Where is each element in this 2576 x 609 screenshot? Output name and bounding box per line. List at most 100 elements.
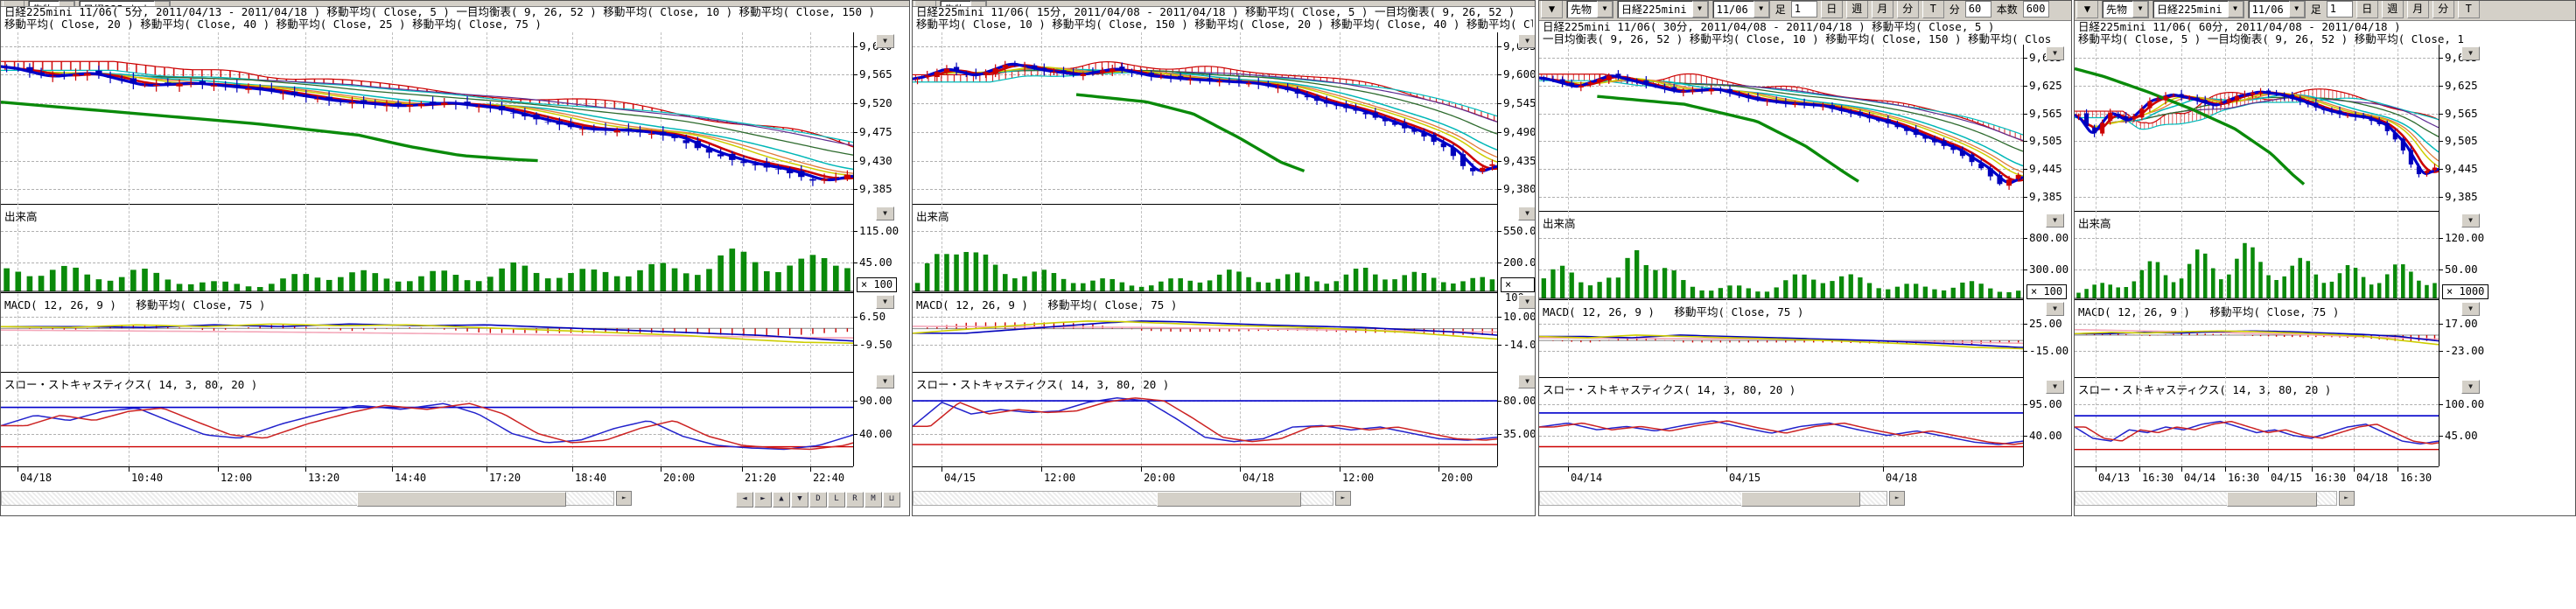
price-axis-label: 9,625 [2029, 79, 2062, 92]
section-divider [1539, 466, 2023, 467]
axis-tick [2023, 58, 2027, 59]
volume-plot[interactable] [913, 205, 1497, 293]
price-plot[interactable] [913, 32, 1497, 205]
toolbar-collapse-button[interactable]: ▼ [1541, 1, 1563, 18]
time-axis-label: 16:30 [2142, 472, 2174, 484]
chart-tool-button[interactable]: ▲ [773, 492, 790, 508]
period-week-button[interactable]: 週 [2382, 1, 2404, 18]
axis-tick [2023, 114, 2027, 115]
time-axis-label: 12:00 [220, 472, 252, 484]
macd-plot[interactable] [1, 293, 853, 373]
scrollbar-right-arrow[interactable]: ► [2339, 491, 2355, 506]
period-month-button[interactable]: 月 [2407, 1, 2429, 18]
axis-tick [2439, 324, 2443, 325]
section-collapse-button[interactable]: ▼ [1518, 34, 1536, 48]
chart-tool-button[interactable]: ► [754, 492, 772, 508]
axis-tick [1497, 132, 1502, 133]
stochastics-plot[interactable] [1, 373, 853, 466]
macd-plot[interactable] [913, 293, 1497, 373]
chevron-down-icon[interactable]: ▼ [1754, 1, 1769, 18]
chart-tool-button[interactable]: ▼ [791, 492, 808, 508]
section-collapse-button[interactable]: ▼ [1518, 374, 1536, 388]
price-axis-label: 9,565 [2445, 107, 2478, 120]
chart-tool-button[interactable]: R [846, 492, 864, 508]
axis-tick [2023, 324, 2027, 325]
section-collapse-button[interactable]: ▼ [2461, 380, 2480, 394]
period-week-button[interactable]: 週 [1846, 1, 1868, 18]
chevron-down-icon[interactable]: ▼ [2289, 1, 2305, 18]
period-value-field[interactable]: 1 [1791, 1, 1817, 18]
volume-plot[interactable] [1, 205, 853, 293]
section-collapse-button[interactable]: ▼ [876, 34, 894, 48]
scrollbar-thumb[interactable] [357, 492, 567, 507]
period-day-button[interactable]: 日 [2356, 1, 2378, 18]
chevron-down-icon[interactable]: ▼ [2132, 1, 2148, 18]
section-collapse-button[interactable]: ▼ [2046, 46, 2064, 60]
scrollbar-thumb[interactable] [1741, 492, 1861, 507]
section-collapse-button[interactable]: ▼ [876, 206, 894, 220]
instrument-select[interactable]: 日経225mini▼ [1617, 1, 1709, 18]
period-value-field[interactable]: 1 [2327, 1, 2353, 18]
section-collapse-button[interactable]: ▼ [2461, 302, 2480, 316]
price-plot[interactable] [2075, 45, 2439, 212]
time-axis-label: 04/18 [20, 472, 52, 484]
time-scrollbar[interactable] [913, 491, 1334, 506]
product-group-select[interactable]: 先物▼ [1566, 1, 1614, 18]
stochastics-plot[interactable] [2075, 378, 2439, 466]
price-axis-label: 9,385 [2029, 190, 2062, 203]
instrument-select[interactable]: 日経225mini▼ [2152, 1, 2244, 18]
scrollbar-right-arrow[interactable]: ► [1889, 491, 1905, 506]
axis-tick [853, 161, 858, 162]
period-month-button[interactable]: 月 [1872, 1, 1894, 18]
time-scrollbar[interactable] [2075, 491, 2337, 506]
period-minute-button[interactable]: 分 [2432, 1, 2454, 18]
section-collapse-button[interactable]: ▼ [2461, 46, 2480, 60]
chart-tool-button[interactable]: ⊔ [883, 492, 900, 508]
scrollbar-thumb[interactable] [1157, 492, 1301, 507]
axis-tick [2023, 86, 2027, 87]
stochastics-plot[interactable] [1539, 378, 2023, 466]
bar-count-field[interactable]: 600 [2023, 1, 2049, 18]
section-collapse-button[interactable]: ▼ [2046, 214, 2064, 228]
scrollbar-right-arrow[interactable]: ► [616, 491, 632, 506]
macd-plot[interactable] [1539, 300, 2023, 378]
contract-month-select[interactable]: 11/06▼ [1712, 1, 1770, 18]
time-scrollbar[interactable] [1, 491, 614, 506]
chart-tool-button[interactable]: ◄ [736, 492, 753, 508]
minute-value-field[interactable]: 60 [1965, 1, 1992, 18]
section-collapse-button[interactable]: ▼ [1518, 295, 1536, 309]
chevron-down-icon[interactable]: ▼ [2228, 1, 2244, 18]
section-collapse-button[interactable]: ▼ [876, 295, 894, 309]
price-plot[interactable] [1539, 45, 2023, 212]
period-minute-button[interactable]: 分 [1897, 1, 1919, 18]
contract-month-value: 11/06 [2252, 4, 2284, 16]
section-collapse-button[interactable]: ▼ [2461, 214, 2480, 228]
volume-plot[interactable] [2075, 212, 2439, 300]
volume-plot[interactable] [1539, 212, 2023, 300]
stochastics-plot[interactable] [913, 373, 1497, 466]
section-collapse-button[interactable]: ▼ [876, 374, 894, 388]
contract-month-select[interactable]: 11/06 ▼ [2248, 1, 2306, 18]
scrollbar-right-arrow[interactable]: ► [1335, 491, 1351, 506]
time-scrollbar[interactable] [1539, 491, 1887, 506]
axis-tick [2023, 351, 2027, 352]
stoch-axis-label: 100.00 [2445, 397, 2484, 410]
toolbar-collapse-button[interactable]: ▼ [2076, 1, 2098, 18]
macd-plot[interactable] [2075, 300, 2439, 378]
chevron-down-icon[interactable]: ▼ [1692, 1, 1708, 18]
period-tick-button[interactable]: T [1922, 1, 1944, 18]
section-collapse-button[interactable]: ▼ [2046, 302, 2064, 316]
section-collapse-button[interactable]: ▼ [1518, 206, 1536, 220]
period-day-button[interactable]: 日 [1821, 1, 1843, 18]
product-group-select[interactable]: 先物▼ [2102, 1, 2149, 18]
scrollbar-thumb[interactable] [2227, 492, 2317, 507]
chart-tool-button[interactable]: L [828, 492, 845, 508]
period-tick-button[interactable]: T [2458, 1, 2480, 18]
chevron-down-icon[interactable]: ▼ [1597, 1, 1613, 18]
chart-tool-button[interactable]: D [809, 492, 827, 508]
section-collapse-button[interactable]: ▼ [2046, 380, 2064, 394]
time-tick [2225, 467, 2226, 472]
price-plot[interactable] [1, 32, 853, 205]
time-tick [392, 467, 393, 472]
chart-tool-button[interactable]: M [864, 492, 882, 508]
